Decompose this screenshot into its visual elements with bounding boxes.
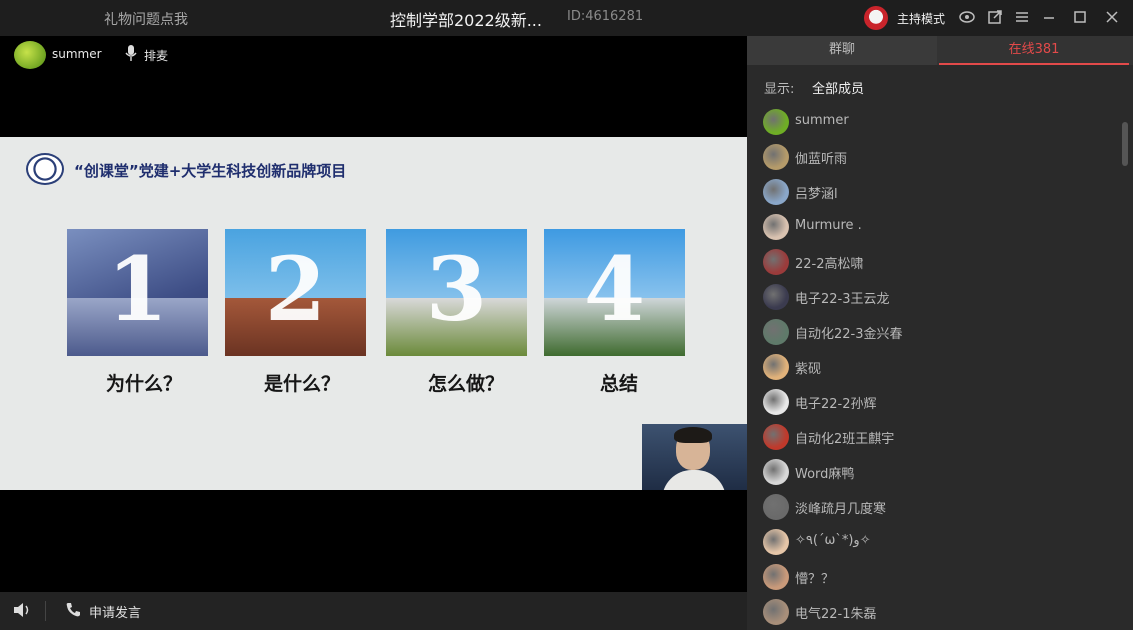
maximize-icon[interactable] <box>1071 8 1089 26</box>
member-avatar <box>763 494 789 520</box>
eye-icon[interactable] <box>958 8 976 26</box>
mic-queue-button[interactable]: 排麦 <box>144 47 168 64</box>
member-avatar <box>763 179 789 205</box>
host-avatar[interactable] <box>864 6 888 30</box>
slide-card: 3 <box>386 229 527 356</box>
member-avatar <box>763 424 789 450</box>
member-list-item[interactable]: summer <box>763 107 1103 137</box>
member-list-item[interactable]: 电气22-1朱磊 <box>763 597 1103 627</box>
divider <box>45 601 46 621</box>
member-avatar <box>763 389 789 415</box>
close-icon[interactable] <box>1103 8 1121 26</box>
member-name: 伽蓝听雨 <box>795 152 848 167</box>
member-name: Murmure . <box>795 218 862 233</box>
gift-help-link[interactable]: 礼物问题点我 <box>104 9 188 29</box>
slide-card: 2 <box>225 229 366 356</box>
member-name: summer <box>795 113 849 128</box>
bottom-bar: 申请发言 <box>0 592 747 630</box>
member-list-item[interactable]: 伽蓝听雨 <box>763 142 1103 172</box>
card-caption: 是什么？ <box>263 373 340 395</box>
member-avatar <box>763 354 789 380</box>
member-name: 自动化2班王麒宇 <box>795 432 895 447</box>
panel-tabs: 群聊 在线381 <box>747 36 1133 65</box>
slide-card: 1 <box>67 229 208 356</box>
presenter-name: summer <box>52 47 102 61</box>
card-number: 1 <box>106 237 169 341</box>
webcam-feed[interactable] <box>642 424 747 490</box>
member-list-item[interactable]: 懵？？ <box>763 562 1103 592</box>
menu-icon[interactable] <box>1013 8 1031 26</box>
member-avatar <box>763 144 789 170</box>
member-avatar <box>763 459 789 485</box>
side-panel: 群聊 在线381 显示: 全部成员 summer 伽蓝听雨吕梦涵l Murmure … <box>747 36 1133 630</box>
member-list-item[interactable]: 淡峰疏月几度寒 <box>763 492 1103 522</box>
card-caption: 为什么？ <box>105 373 182 395</box>
member-name: 电气22-1朱磊 <box>795 607 877 622</box>
card-number: 4 <box>583 237 646 341</box>
presenter-avatar <box>14 41 46 69</box>
member-list-item[interactable]: 电子22-2孙辉 <box>763 387 1103 417</box>
member-avatar <box>763 564 789 590</box>
member-avatar <box>763 599 789 625</box>
tab-online[interactable]: 在线381 <box>939 36 1129 65</box>
title-bar: 礼物问题点我 控制学部2022级新... ID:4616281 主持模式 <box>0 0 1133 36</box>
filter-select[interactable]: 全部成员 <box>812 78 864 97</box>
member-list-scrollbar[interactable] <box>1122 122 1128 166</box>
member-name: 懵？？ <box>795 572 835 587</box>
member-list-item[interactable]: 吕梦涵l <box>763 177 1103 207</box>
slide-heading: “创课堂”党建+大学生科技创新品牌项目 <box>74 162 347 180</box>
volume-icon[interactable] <box>12 601 32 623</box>
member-avatar <box>763 214 789 240</box>
filter-label: 显示: <box>764 82 795 97</box>
member-avatar <box>763 109 789 135</box>
tab-group-chat[interactable]: 群聊 <box>747 36 937 65</box>
room-id: ID:4616281 <box>567 9 644 24</box>
room-title: 控制学部2022级新... <box>390 11 542 30</box>
mic-icon <box>124 44 138 62</box>
member-name: 淡峰疏月几度寒 <box>795 502 887 517</box>
member-list-item[interactable]: ✧٩(ˊωˋ*)و✧ <box>763 527 1103 557</box>
apply-to-speak-button[interactable]: 申请发言 <box>89 602 141 621</box>
member-list-item[interactable]: Murmure . <box>763 212 1103 242</box>
member-list-item[interactable]: 紫砚 <box>763 352 1103 382</box>
presentation-slide: “创课堂”党建+大学生科技创新品牌项目 1 2 3 4 为什么？ 是什么？ 怎么… <box>0 137 747 490</box>
card-caption: 怎么做？ <box>427 373 504 395</box>
video-stage: summer 排麦 “创课堂”党建+大学生科技创新品牌项目 1 2 3 4 为什… <box>0 36 747 592</box>
member-avatar <box>763 284 789 310</box>
member-name: 紫砚 <box>795 362 822 377</box>
member-name: 22-2高松啸 <box>795 257 864 272</box>
university-logo <box>26 153 64 185</box>
member-list-item[interactable]: 22-2高松啸 <box>763 247 1103 277</box>
member-avatar <box>763 319 789 345</box>
member-avatar <box>763 529 789 555</box>
member-name: 电子22-2孙辉 <box>795 397 877 412</box>
minimize-icon[interactable] <box>1040 8 1058 26</box>
slide-card: 4 <box>544 229 685 356</box>
card-number: 2 <box>264 237 327 341</box>
member-list-item[interactable]: 电子22-3王云龙 <box>763 282 1103 312</box>
phone-icon[interactable] <box>64 601 82 623</box>
member-list-item[interactable]: Word麻鸭 <box>763 457 1103 487</box>
member-name: 吕梦涵l <box>795 187 838 202</box>
member-avatar <box>763 249 789 275</box>
card-number: 3 <box>425 237 488 341</box>
member-name: ✧٩(ˊωˋ*)و✧ <box>795 533 871 548</box>
host-mode-button[interactable]: 主持模式 <box>897 10 945 27</box>
member-name: 自动化22-3金兴春 <box>795 327 903 342</box>
member-name: 电子22-3王云龙 <box>795 292 890 307</box>
popout-icon[interactable] <box>986 8 1004 26</box>
member-name: Word麻鸭 <box>795 467 855 482</box>
member-list-item[interactable]: 自动化22-3金兴春 <box>763 317 1103 347</box>
card-caption: 总结 <box>599 373 638 395</box>
member-list-item[interactable]: 自动化2班王麒宇 <box>763 422 1103 452</box>
